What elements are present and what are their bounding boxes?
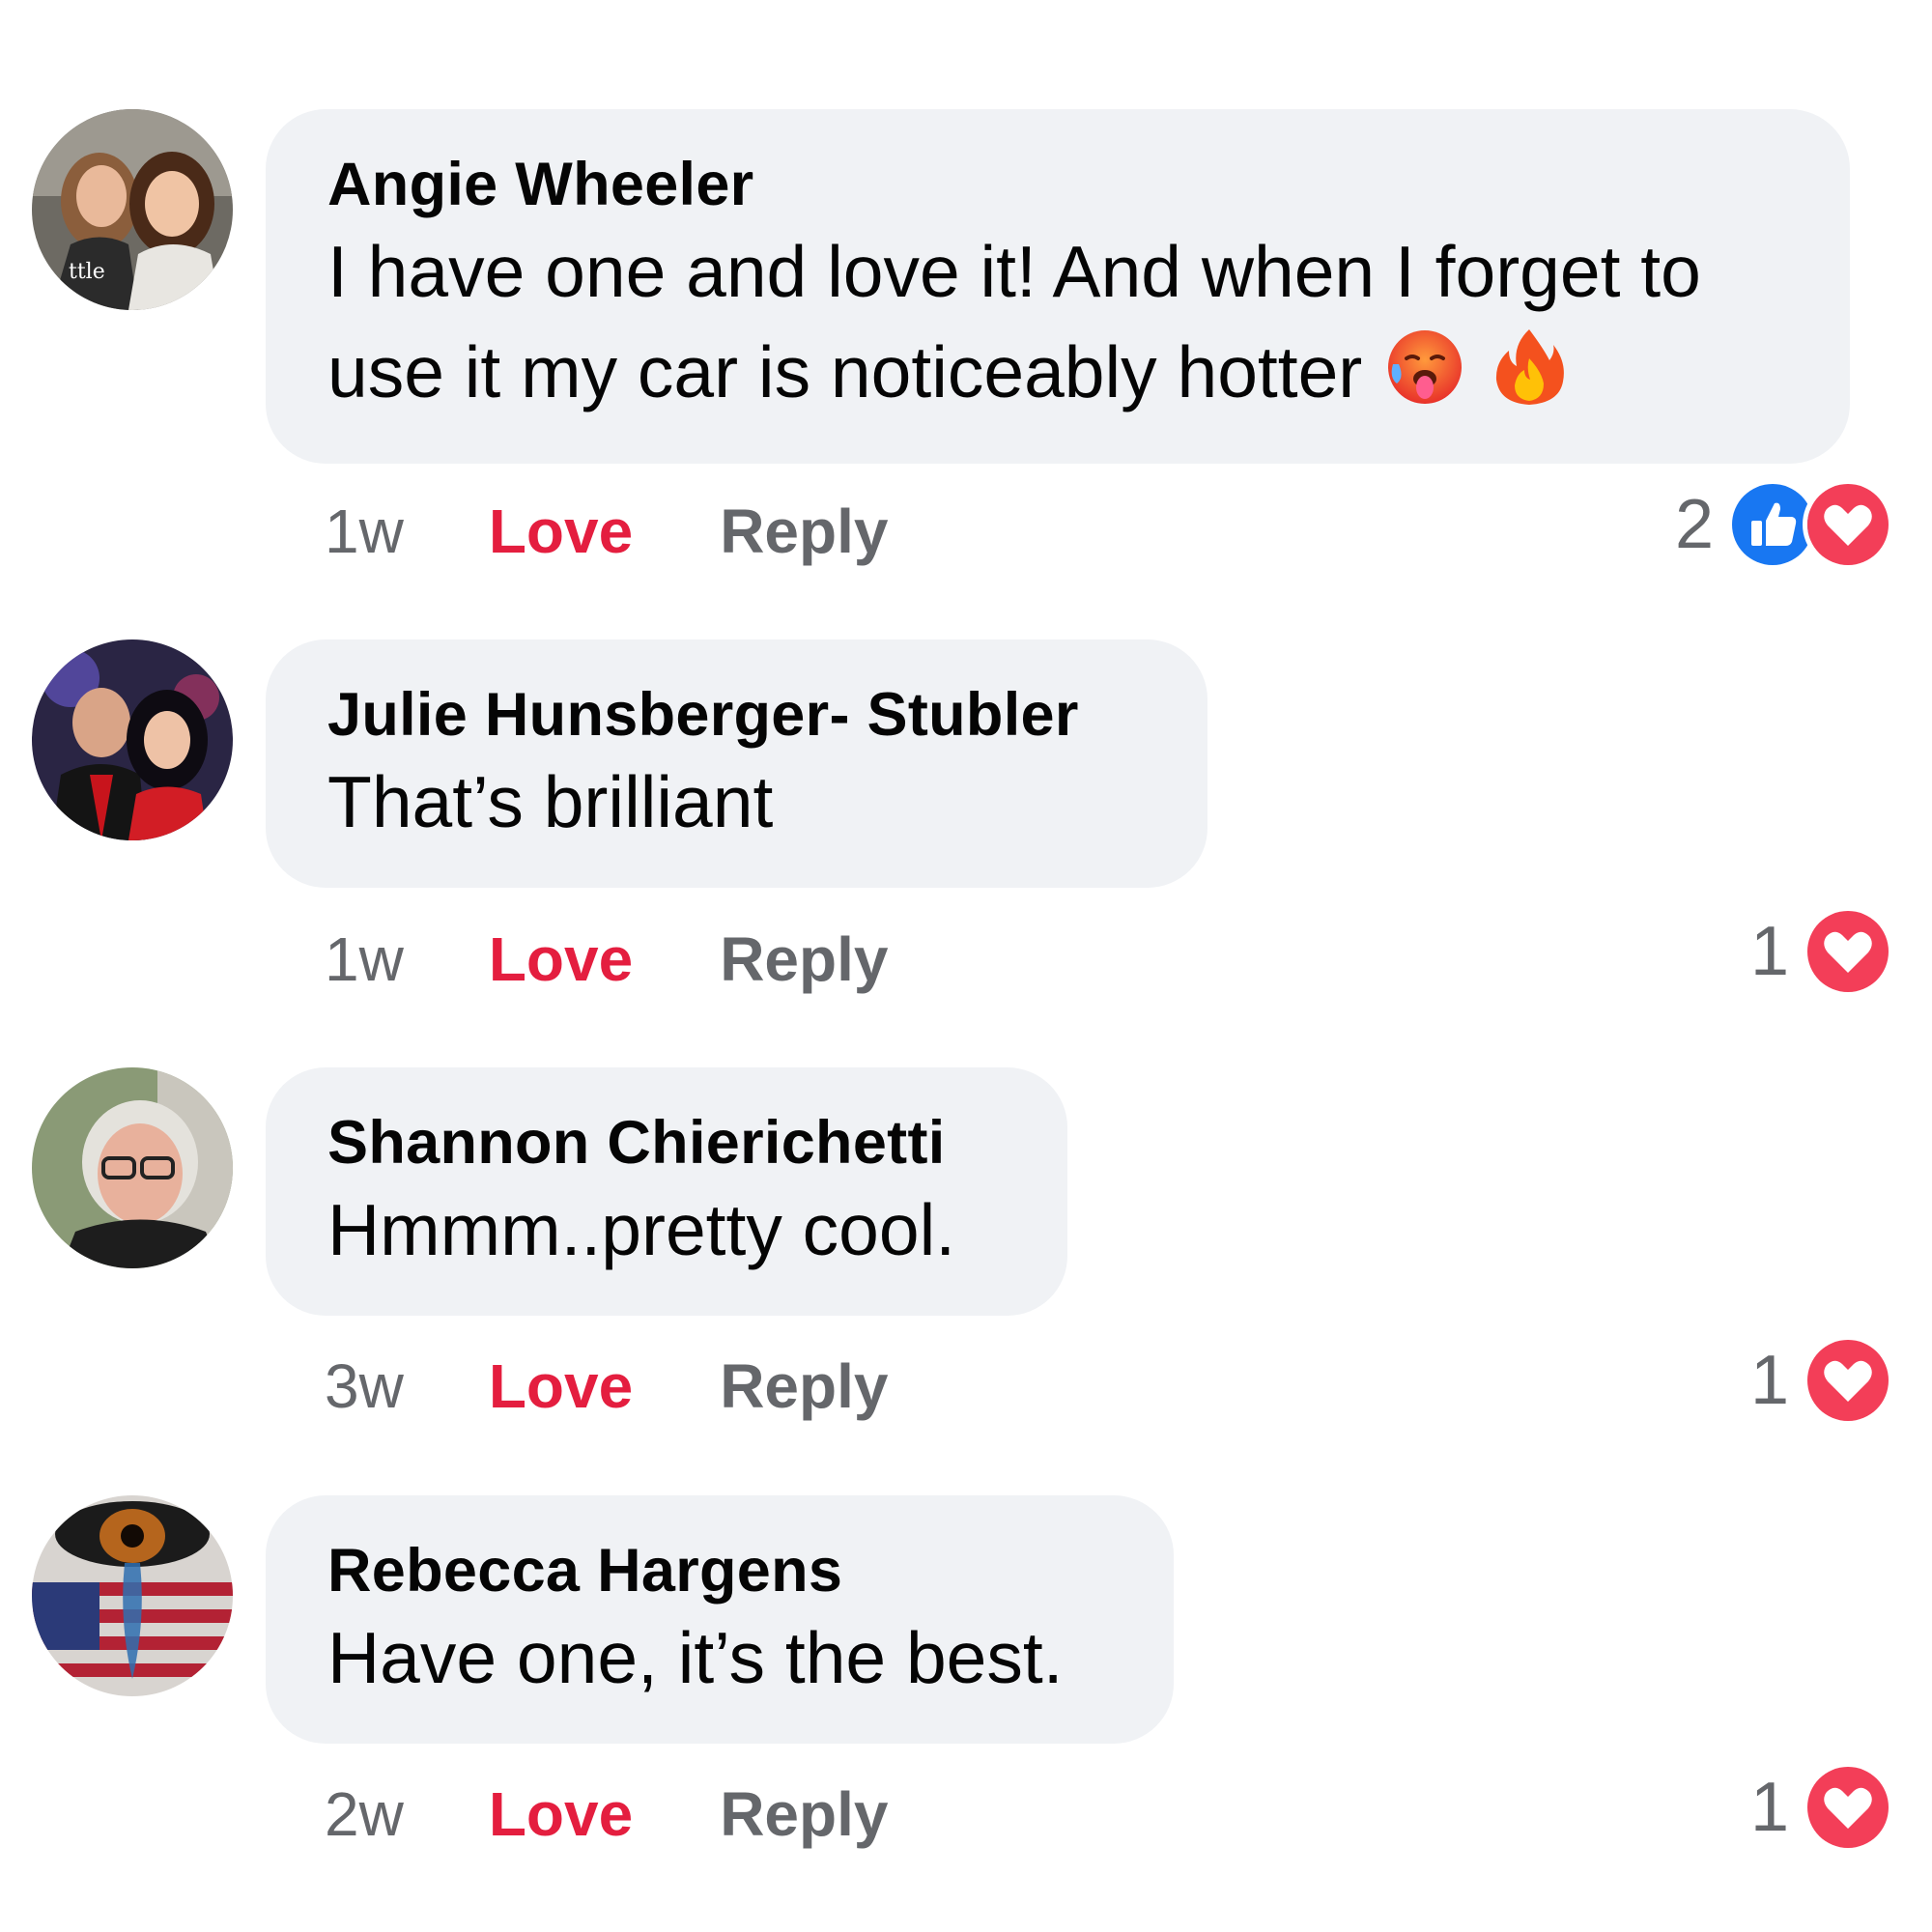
comment-actions: 1w Love Reply — [325, 921, 888, 998]
comment-actions: 2w Love Reply — [325, 1776, 888, 1853]
comment-timestamp[interactable]: 1w — [325, 496, 404, 567]
comment-bubble: Angie Wheeler I have one and love it! An… — [266, 109, 1850, 464]
fire-emoji-icon — [1488, 326, 1571, 409]
svg-text:ttle: ttle — [69, 260, 105, 284]
reaction-summary[interactable]: 1 — [1749, 1762, 1893, 1853]
comment-bubble: Julie Hunsberger- Stubler That’s brillia… — [266, 639, 1208, 888]
love-icon — [1803, 1335, 1893, 1426]
hot-face-emoji-icon — [1383, 326, 1466, 409]
reaction-summary[interactable]: 2 — [1674, 479, 1893, 570]
love-button[interactable]: Love — [489, 923, 633, 995]
reaction-count: 1 — [1749, 913, 1789, 990]
comment-bubble: Rebecca Hargens Have one, it’s the best. — [266, 1495, 1174, 1744]
comment-timestamp[interactable]: 3w — [325, 1350, 404, 1422]
reply-button[interactable]: Reply — [720, 1778, 888, 1850]
avatar[interactable] — [32, 1067, 233, 1268]
comment-author[interactable]: Rebecca Hargens — [327, 1536, 1112, 1605]
love-button[interactable]: Love — [489, 496, 633, 567]
comment-actions: 1w Love Reply — [325, 493, 888, 570]
comment-timestamp[interactable]: 2w — [325, 1778, 404, 1850]
comment-actions: 3w Love Reply — [325, 1348, 888, 1425]
comment-text: I have one and love it! And when I forge… — [327, 221, 1788, 422]
comment-author[interactable]: Shannon Chierichetti — [327, 1108, 1006, 1178]
comment-text: That’s brilliant — [327, 761, 774, 842]
comment-bubble: Shannon Chierichetti Hmmm..pretty cool. — [266, 1067, 1067, 1316]
comment-author[interactable]: Julie Hunsberger- Stubler — [327, 680, 1146, 750]
comment-author[interactable]: Angie Wheeler — [327, 150, 1788, 219]
reaction-summary[interactable]: 1 — [1749, 906, 1893, 997]
reaction-summary[interactable]: 1 — [1749, 1335, 1893, 1426]
reply-button[interactable]: Reply — [720, 496, 888, 567]
avatar[interactable] — [32, 639, 233, 840]
reaction-count: 2 — [1674, 486, 1714, 563]
love-icon — [1803, 906, 1893, 997]
avatar[interactable] — [32, 1495, 233, 1696]
comment-timestamp[interactable]: 1w — [325, 923, 404, 995]
avatar[interactable]: ttle — [32, 109, 233, 310]
love-icon — [1803, 1762, 1893, 1853]
reply-button[interactable]: Reply — [720, 923, 888, 995]
comment-text: Have one, it’s the best. — [327, 1617, 1064, 1698]
love-button[interactable]: Love — [489, 1350, 633, 1422]
reaction-count: 1 — [1749, 1769, 1789, 1846]
comment-text: Hmmm..pretty cool. — [327, 1189, 956, 1270]
love-button[interactable]: Love — [489, 1778, 633, 1850]
love-icon — [1803, 479, 1893, 570]
reaction-count: 1 — [1749, 1342, 1789, 1419]
reply-button[interactable]: Reply — [720, 1350, 888, 1422]
